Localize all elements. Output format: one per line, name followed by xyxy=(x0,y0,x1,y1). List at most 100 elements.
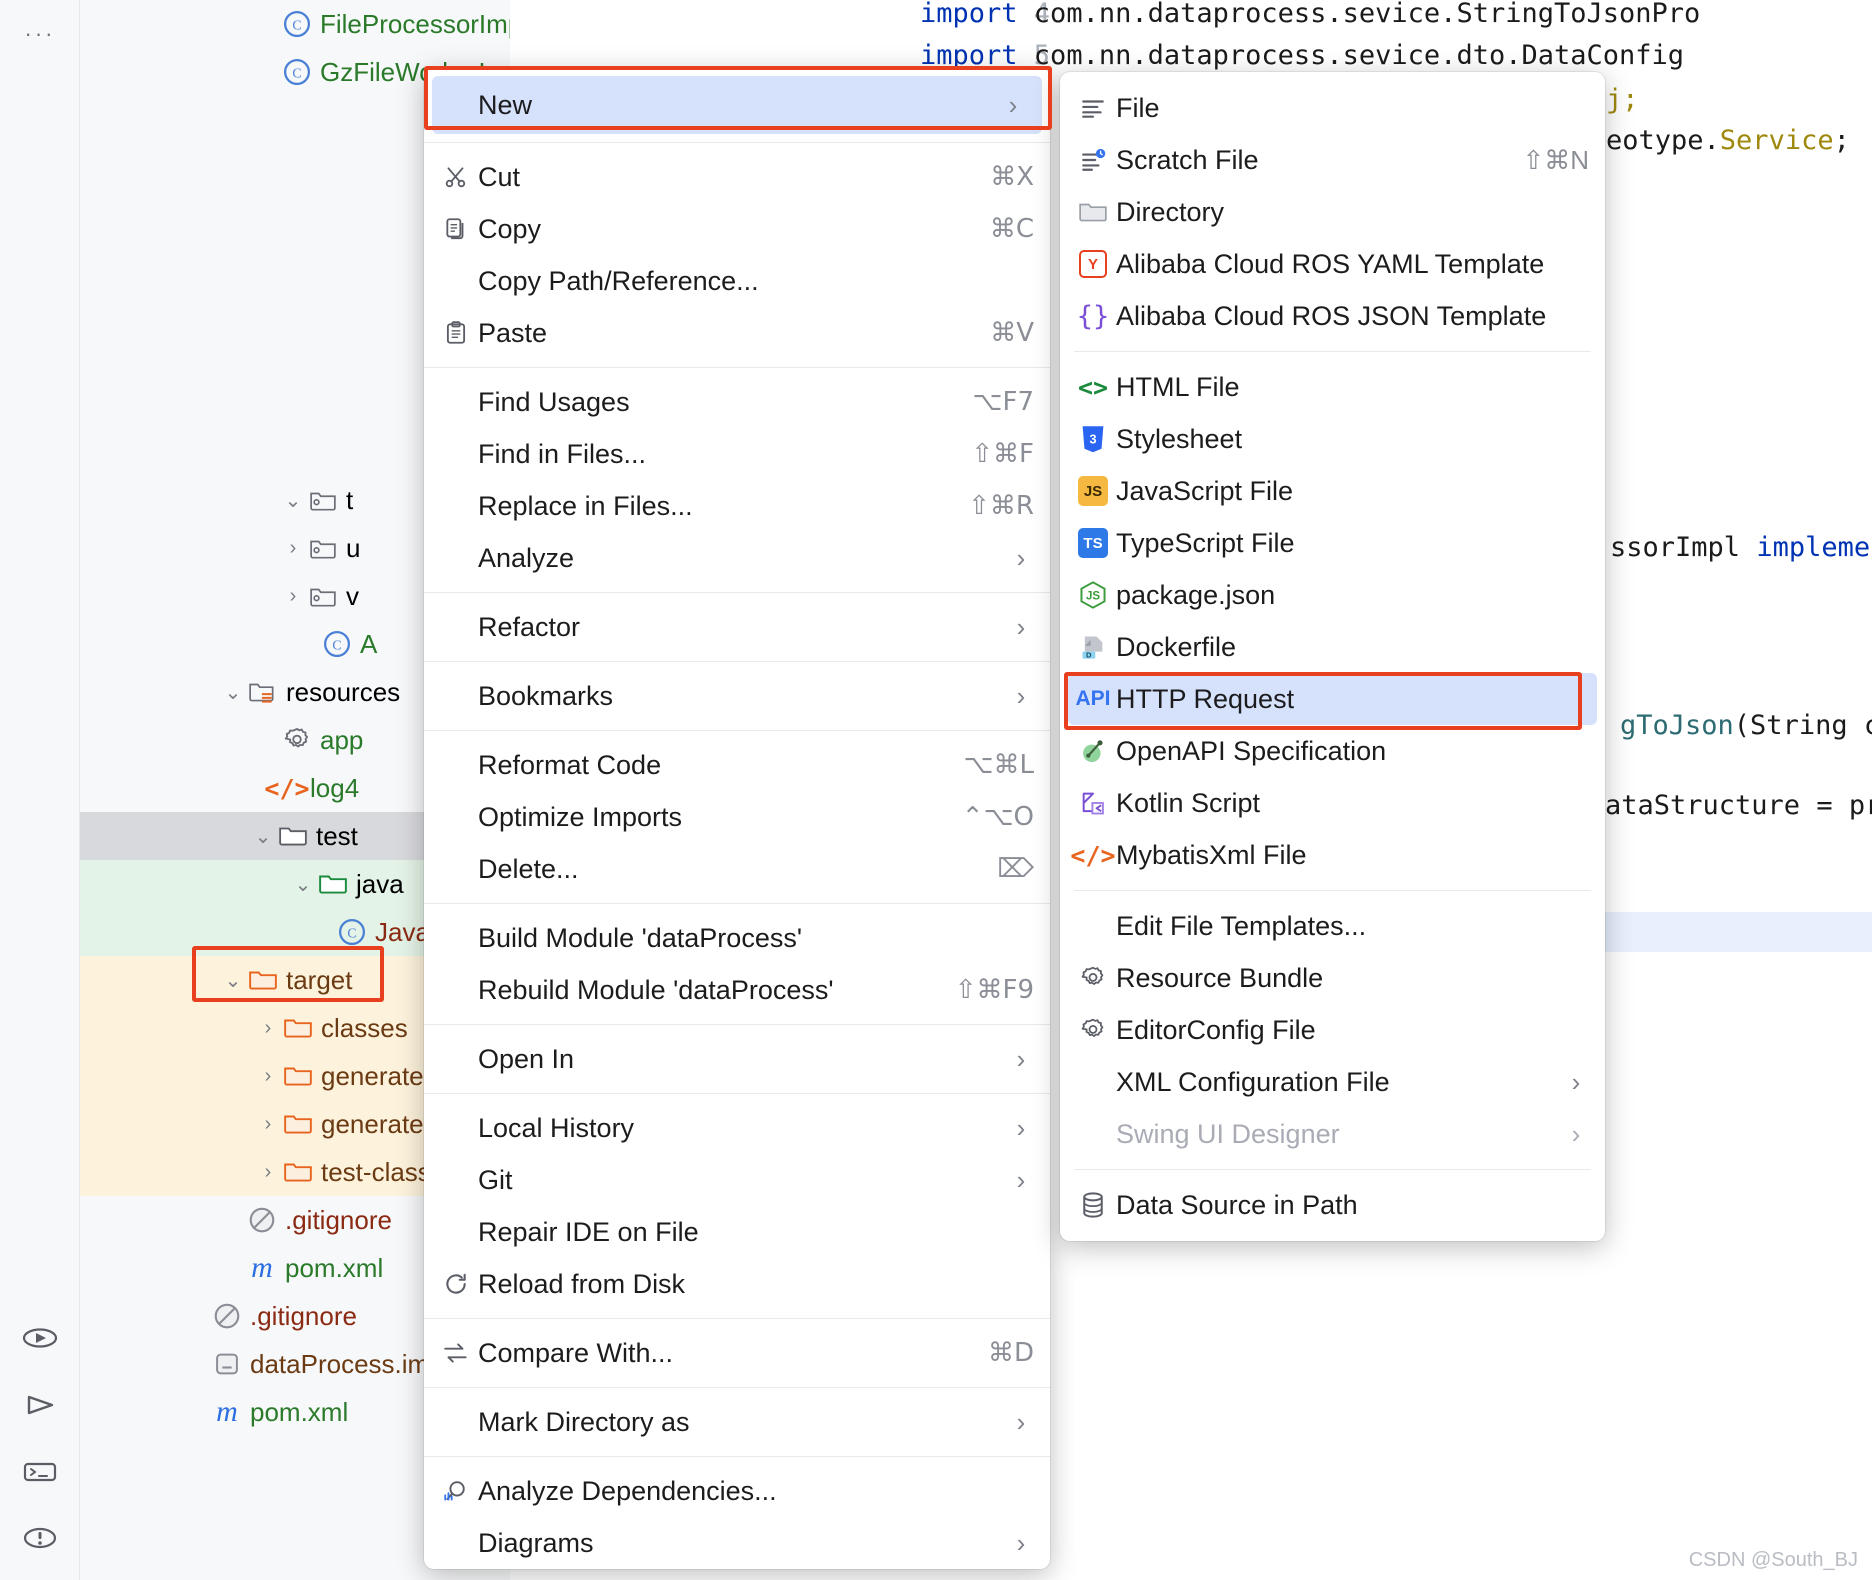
chevron-right-icon: › xyxy=(1016,1527,1026,1558)
chevron-down-icon[interactable]: ⌄ xyxy=(220,968,246,993)
menu-item-build-module[interactable]: Build Module 'dataProcess' xyxy=(424,912,1050,964)
menu-item-git[interactable]: Git › xyxy=(424,1154,1050,1206)
menu-item-cut[interactable]: Cut ⌘X xyxy=(424,151,1050,203)
menu-item-reformat-code[interactable]: Reformat Code ⌥⌘L xyxy=(424,739,1050,791)
mybatis-icon: </> xyxy=(1070,841,1116,870)
submenu-item-file[interactable]: File xyxy=(1060,82,1605,134)
submenu-item-data-source-in-path[interactable]: Data Source in Path xyxy=(1060,1179,1605,1231)
new-submenu[interactable]: File Scratch File ⇧⌘N Directory Y Alibab… xyxy=(1060,72,1605,1241)
chevron-right-icon[interactable]: › xyxy=(280,537,306,560)
copy-icon xyxy=(434,216,478,242)
submenu-item-alibaba-ros-yaml-template[interactable]: Y Alibaba Cloud ROS YAML Template xyxy=(1060,238,1605,290)
chevron-down-icon[interactable]: ⌄ xyxy=(280,488,306,513)
mybatis-glyph: </> xyxy=(1070,840,1116,870)
menu-item-optimize-imports[interactable]: Optimize Imports ⌃⌥O xyxy=(424,791,1050,843)
submenu-item-editorconfig-file[interactable]: EditorConfig File xyxy=(1060,1004,1605,1056)
submenu-item-openapi-specification[interactable]: OpenAPI Specification xyxy=(1060,725,1605,777)
submenu-item-stylesheet[interactable]: 3 Stylesheet xyxy=(1060,413,1605,465)
problems-icon[interactable] xyxy=(20,1518,60,1558)
menu-item-find-usages[interactable]: Find Usages ⌥F7 xyxy=(424,376,1050,428)
submenu-item-label: HTTP Request xyxy=(1116,683,1295,714)
scratch-file-icon xyxy=(1070,147,1116,173)
compare-icon xyxy=(434,1340,478,1366)
submenu-item-kotlin-script[interactable]: Kotlin Script xyxy=(1060,777,1605,829)
chevron-right-icon[interactable]: › xyxy=(280,585,306,608)
menu-item-refactor[interactable]: Refactor › xyxy=(424,601,1050,653)
folder-test-icon xyxy=(316,871,350,897)
menu-item-paste[interactable]: Paste ⌘V xyxy=(424,307,1050,359)
menu-item-local-history[interactable]: Local History › xyxy=(424,1102,1050,1154)
menu-item-find-in-files[interactable]: Find in Files... ⇧⌘F xyxy=(424,428,1050,480)
submenu-item-label: Stylesheet xyxy=(1116,423,1243,454)
scissors-icon xyxy=(434,164,478,190)
submenu-item-label: Resource Bundle xyxy=(1116,962,1324,993)
submenu-item-xml-configuration-file[interactable]: XML Configuration File › xyxy=(1060,1056,1605,1108)
terminal-icon[interactable] xyxy=(20,1452,60,1492)
submenu-item-javascript-file[interactable]: JS JavaScript File xyxy=(1060,465,1605,517)
menu-item-compare-with[interactable]: Compare With... ⌘D xyxy=(424,1327,1050,1379)
menu-item-mark-directory-as[interactable]: Mark Directory as › xyxy=(424,1396,1050,1448)
chevron-right-icon[interactable]: › xyxy=(255,1161,281,1184)
yaml-template-icon: Y xyxy=(1070,250,1116,278)
menu-item-copy-path-reference[interactable]: Copy Path/Reference... xyxy=(424,255,1050,307)
submenu-item-http-request[interactable]: API HTTP Request xyxy=(1068,673,1597,725)
menu-item-bookmarks[interactable]: Bookmarks › xyxy=(424,670,1050,722)
menu-item-replace-in-files[interactable]: Replace in Files... ⇧⌘R xyxy=(424,480,1050,532)
tree-item-label: test-class xyxy=(321,1156,431,1187)
menu-item-open-in[interactable]: Open In › xyxy=(424,1033,1050,1085)
context-menu[interactable]: New › Cut ⌘X Copy ⌘C Copy Path/Reference… xyxy=(424,68,1050,1569)
submenu-item-label: package.json xyxy=(1116,579,1276,610)
chevron-right-icon: › xyxy=(1016,680,1026,711)
submenu-item-alibaba-ros-json-template[interactable]: {} Alibaba Cloud ROS JSON Template xyxy=(1060,290,1605,342)
menu-separator xyxy=(424,142,1050,143)
svg-text:C: C xyxy=(292,66,301,81)
class-icon: C xyxy=(335,917,369,947)
menu-item-analyze[interactable]: Analyze › xyxy=(424,532,1050,584)
submenu-item-typescript-file[interactable]: TS TypeScript File xyxy=(1060,517,1605,569)
chevron-right-icon[interactable]: › xyxy=(255,1113,281,1136)
run-with-coverage-icon[interactable] xyxy=(20,1318,60,1358)
code-line: import com.nn.dataprocess.sevice.dto.Dat… xyxy=(920,40,1685,71)
submenu-item-resource-bundle[interactable]: Resource Bundle xyxy=(1060,952,1605,1004)
menu-item-copy[interactable]: Copy ⌘C xyxy=(424,203,1050,255)
submenu-item-dockerfile[interactable]: D Dockerfile xyxy=(1060,621,1605,673)
run-icon[interactable] xyxy=(20,1385,60,1425)
submenu-item-directory[interactable]: Directory xyxy=(1060,186,1605,238)
submenu-item-label: JavaScript File xyxy=(1116,475,1294,506)
menu-item-diagrams[interactable]: Diagrams › xyxy=(424,1517,1050,1569)
menu-item-rebuild-module[interactable]: Rebuild Module 'dataProcess' ⇧⌘F9 xyxy=(424,964,1050,1016)
maven-icon: m xyxy=(245,1251,279,1285)
menu-item-analyze-dependencies[interactable]: Analyze Dependencies... xyxy=(424,1465,1050,1517)
api-glyph: API xyxy=(1075,687,1111,710)
folder-excluded-icon xyxy=(246,967,280,993)
submenu-item-scratch-file[interactable]: Scratch File ⇧⌘N xyxy=(1060,134,1605,186)
more-options-icon[interactable]: ··· xyxy=(20,14,60,54)
chevron-right-icon[interactable]: › xyxy=(255,1017,281,1040)
chevron-down-icon[interactable]: ⌄ xyxy=(220,680,246,705)
tree-item-label: A xyxy=(360,628,378,659)
chevron-right-icon: › xyxy=(1016,542,1026,573)
chevron-down-icon[interactable]: ⌄ xyxy=(290,872,316,897)
submenu-item-label: File xyxy=(1116,92,1160,123)
tree-item-label: .gitignore xyxy=(285,1204,392,1235)
svg-text:3: 3 xyxy=(1089,433,1096,447)
chevron-right-icon[interactable]: › xyxy=(255,1065,281,1088)
submenu-item-package-json[interactable]: JS package.json xyxy=(1060,569,1605,621)
submenu-item-edit-file-templates[interactable]: Edit File Templates... xyxy=(1060,900,1605,952)
folder-excluded-icon xyxy=(281,1111,315,1137)
submenu-item-label: HTML File xyxy=(1116,371,1240,402)
chevron-down-icon[interactable]: ⌄ xyxy=(250,824,276,849)
menu-item-delete[interactable]: Delete... ⌦ xyxy=(424,843,1050,895)
menu-separator xyxy=(424,1456,1050,1457)
tree-item-fileprocessorimpl[interactable]: C FileProcessorImpl xyxy=(80,0,510,48)
menu-item-repair-ide-on-file[interactable]: Repair IDE on File xyxy=(424,1206,1050,1258)
menu-item-label: Replace in Files... xyxy=(478,490,693,521)
menu-separator xyxy=(424,1093,1050,1094)
menu-item-reload-from-disk[interactable]: Reload from Disk xyxy=(424,1258,1050,1310)
submenu-item-mybatisxml-file[interactable]: </> MybatisXml File xyxy=(1060,829,1605,881)
menu-item-new[interactable]: New › xyxy=(432,76,1042,134)
menu-item-shortcut: ⇧⌘F xyxy=(971,439,1034,469)
menu-item-shortcut: ⌘X xyxy=(990,162,1034,192)
submenu-item-html-file[interactable]: <> HTML File xyxy=(1060,361,1605,413)
menu-item-label: Local History xyxy=(478,1112,635,1143)
